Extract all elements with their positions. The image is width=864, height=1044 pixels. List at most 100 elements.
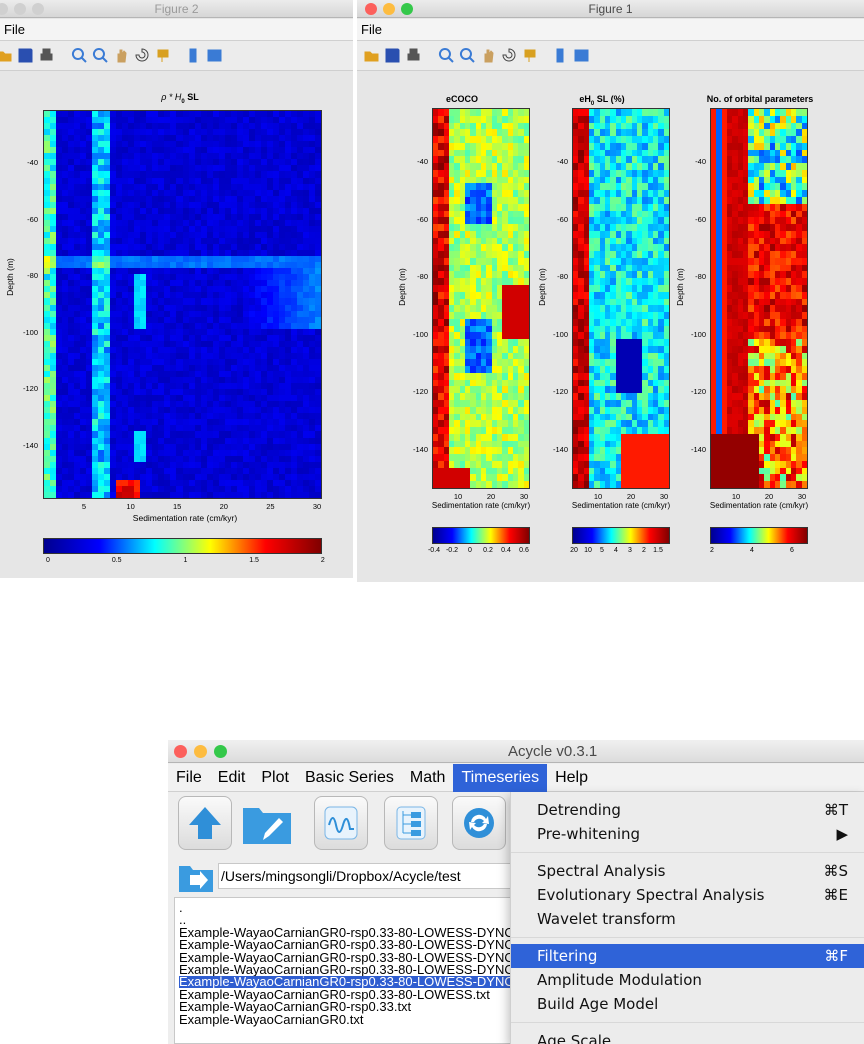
screenshot-canvas: Figure 2 File ρ * H0 SL Depth (m) Sedime… [0, 0, 864, 1044]
figure2-heatmap [43, 110, 322, 499]
print-icon [407, 48, 420, 61]
panel-title: eCOCO [445, 94, 478, 104]
x-tick-label: 20 [219, 502, 228, 511]
figure1-title: Figure 1 [588, 2, 633, 16]
zoom-out-icon [92, 48, 108, 63]
legend-icon [574, 49, 589, 62]
figure2-titlebar: Figure 2 [0, 0, 353, 18]
print-button[interactable] [38, 47, 55, 64]
print-icon [40, 48, 53, 61]
panel-xlabel: Sedimentation rate (cm/kyr) [431, 501, 531, 510]
y-tick-label: -40 [417, 157, 428, 166]
zoom-out-icon [459, 48, 475, 63]
zoom-in-icon [71, 48, 87, 63]
zoom-dot[interactable] [32, 3, 44, 15]
figure2-toolbar [0, 41, 353, 71]
y-tick-label: -140 [22, 440, 38, 450]
figure2-menubar: File [0, 19, 353, 41]
x-tick-label: 5 [81, 502, 87, 511]
colorbar-tick-label: 0 [468, 547, 472, 554]
save-button[interactable] [384, 47, 401, 64]
figure1-toolbar [357, 41, 864, 71]
colorbar-tick-label: 1 [183, 557, 188, 564]
x-tick-label: 15 [173, 502, 182, 511]
y-tick-label: -80 [417, 272, 428, 281]
pan-hand-icon [484, 49, 494, 63]
menu-file[interactable]: File [361, 22, 382, 37]
figure1-heatmap-2 [572, 108, 670, 489]
x-tick-label: 10 [453, 492, 463, 501]
close-dot[interactable] [0, 3, 8, 15]
figure2-plot-title: ρ * H0 SL [161, 92, 199, 105]
zoom-in-button[interactable] [438, 47, 455, 64]
close-dot[interactable] [365, 3, 377, 15]
figure1-plot-area: eCOCO Depth (m) -40 -60 -80 -100 -120 -140 10 20 3… [357, 72, 864, 582]
y-tick-label: -40 [27, 158, 38, 167]
colorbar-tick-label: -0.4 [427, 547, 441, 554]
panel-colorbar [432, 527, 530, 544]
y-tick-label: -100 [412, 329, 428, 339]
colorbar-tick-label: -0.2 [445, 547, 459, 554]
data-cursor-button[interactable] [155, 47, 172, 64]
zoom-dot[interactable] [401, 3, 413, 15]
x-tick-label: 30 [312, 502, 322, 511]
open-file-button[interactable] [0, 47, 13, 64]
colorbar-tick-label: 2 [320, 557, 325, 564]
y-tick-label: -80 [27, 271, 38, 280]
zoom-out-button[interactable] [92, 47, 109, 64]
data-cursor-button[interactable] [522, 47, 539, 64]
minimize-dot[interactable] [14, 3, 26, 15]
y-tick-label: -60 [27, 214, 38, 224]
colorbar-button[interactable] [185, 47, 202, 64]
colorbar-tick-label: 1.5 [249, 557, 259, 564]
figure2-window: Figure 2 File ρ * H0 SL Depth (m) Sedime… [0, 0, 353, 578]
open-file-button[interactable] [363, 47, 380, 64]
data-cursor-icon [524, 49, 536, 62]
legend-button[interactable] [573, 47, 590, 64]
legend-button[interactable] [206, 47, 223, 64]
colorbar-tick-label: 0 [46, 557, 50, 564]
colorbar-tick-label: 0.5 [111, 557, 122, 564]
y-tick-label: -140 [412, 444, 428, 454]
y-tick-label: -60 [417, 214, 428, 224]
figure2-colorbar [43, 538, 322, 554]
figure1-menubar: File [357, 19, 864, 41]
y-tick-label: -120 [412, 387, 428, 396]
zoom-in-button[interactable] [71, 47, 88, 64]
figure2-plot-area: ρ * H0 SL Depth (m) Sedimentation rate (… [0, 72, 353, 578]
data-cursor-icon [157, 49, 169, 62]
rotate-button[interactable] [134, 47, 151, 64]
figure1-window: Figure 1 File eCOCO Depth (m) -40 -60 -80 -10… [357, 0, 864, 582]
zoom-out-button[interactable] [459, 47, 476, 64]
x-tick-label: 25 [266, 502, 275, 511]
colorbar-button[interactable] [552, 47, 569, 64]
open-file-icon [364, 51, 379, 62]
pan-hand-button[interactable] [480, 47, 497, 64]
y-tick-label: -120 [22, 384, 38, 393]
zoom-in-icon [438, 48, 454, 63]
heatmap-cell [523, 481, 529, 488]
figure1-titlebar: Figure 1 [357, 0, 864, 18]
pan-hand-button[interactable] [113, 47, 130, 64]
panel-ylabel: Depth (m) [397, 268, 407, 306]
figure2-title: Figure 2 [154, 2, 199, 16]
menu-file[interactable]: File [4, 22, 25, 37]
x-tick-label: 20 [486, 492, 496, 501]
rotate-button[interactable] [501, 47, 518, 64]
y-tick-label: -100 [22, 327, 38, 337]
save-button[interactable] [17, 47, 34, 64]
rotate-icon [135, 48, 149, 62]
colorbar-tick-label: 0.2 [483, 547, 493, 554]
figure2-xlabel: Sedimentation rate (cm/kyr) [132, 513, 238, 523]
save-icon [18, 48, 33, 63]
colorbar-tick-label: 0.6 [519, 547, 529, 554]
pan-hand-icon [117, 49, 127, 63]
open-file-icon [0, 51, 12, 62]
print-button[interactable] [405, 47, 422, 64]
colorbar-tick-label: 0.4 [501, 547, 511, 554]
colorbar-icon [189, 48, 197, 63]
figure1-heatmap-1 [432, 108, 530, 489]
x-tick-label: 10 [126, 502, 135, 511]
minimize-dot[interactable] [383, 3, 395, 15]
save-icon [385, 48, 400, 63]
